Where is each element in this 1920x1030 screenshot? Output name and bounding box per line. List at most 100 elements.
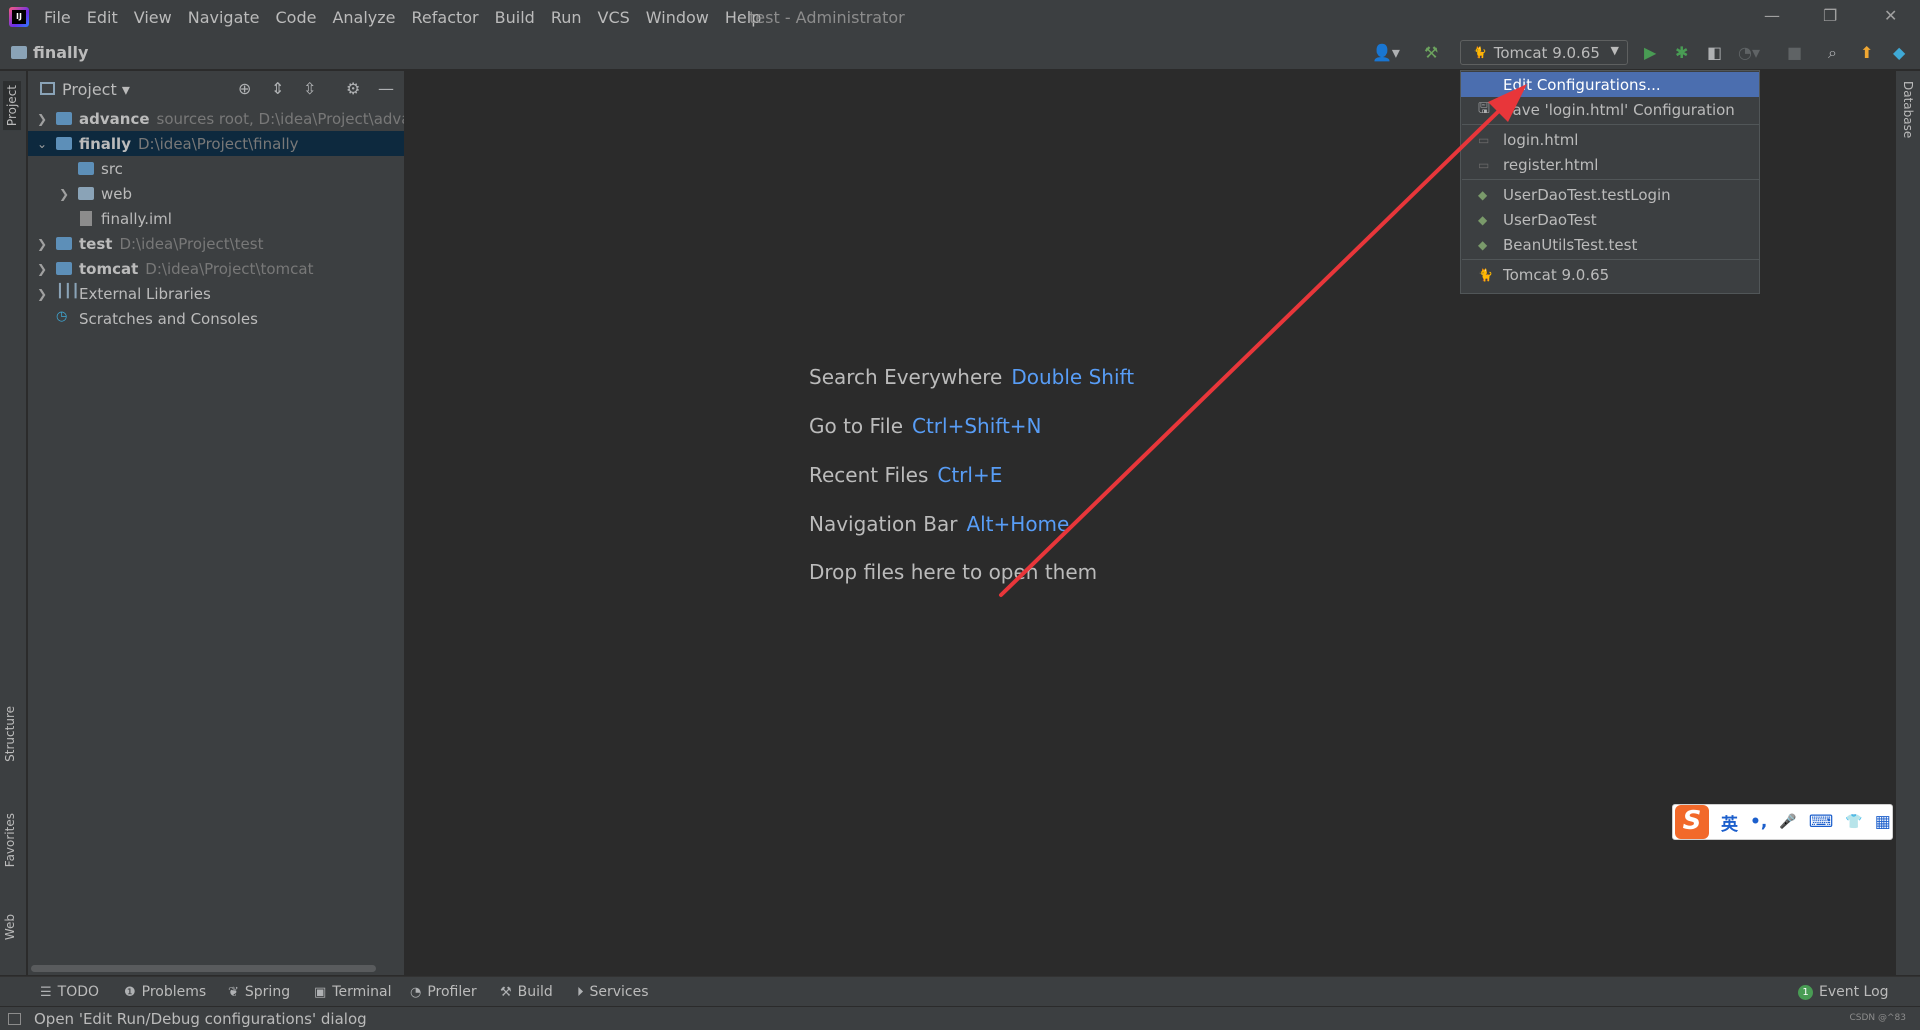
profile-icon[interactable]: ◔▾	[1738, 43, 1760, 62]
project-view-selector[interactable]: Project ▾	[62, 80, 130, 99]
coverage-icon[interactable]: ◧	[1707, 43, 1722, 62]
tree-item-test[interactable]: ❯ test D:\idea\Project\test	[28, 231, 404, 256]
tab-services[interactable]: ⏵ Services	[577, 984, 649, 1000]
chevron-right-icon[interactable]: ❯	[37, 262, 47, 276]
run-icon[interactable]: ▶	[1644, 43, 1656, 62]
tool-windows-toggle-icon[interactable]	[8, 1013, 21, 1025]
menu-analyze[interactable]: Analyze	[332, 8, 395, 27]
microphone-icon[interactable]: 🎤	[1779, 814, 1796, 830]
stop-icon[interactable]: ■	[1787, 43, 1802, 62]
menu-item-label: UserDaoTest	[1503, 210, 1597, 229]
breadcrumb[interactable]: finally	[11, 43, 88, 62]
breadcrumb-project[interactable]: finally	[33, 43, 88, 62]
menu-run[interactable]: Run	[551, 8, 582, 27]
tab-event-log[interactable]: 1 Event Log	[1798, 984, 1889, 1000]
menu-item-beanutilstest-test[interactable]: ◆ BeanUtilsTest.test	[1461, 232, 1759, 257]
menu-bar: File Edit View Navigate Code Analyze Ref…	[44, 0, 777, 35]
skin-shirt-icon[interactable]: 👕	[1845, 814, 1862, 830]
menu-code[interactable]: Code	[276, 8, 317, 27]
menu-window[interactable]: Window	[646, 8, 709, 27]
chevron-right-icon[interactable]: ❯	[37, 287, 47, 301]
menu-item-edit-configurations[interactable]: Edit Configurations...	[1461, 72, 1759, 97]
title-bar: File Edit View Navigate Code Analyze Ref…	[0, 0, 1920, 35]
tab-problems[interactable]: ❶ Problems	[124, 984, 206, 1000]
tree-item-tomcat[interactable]: ❯ tomcat D:\idea\Project\tomcat	[28, 256, 404, 281]
tree-item-finally[interactable]: ⌄ finally D:\idea\Project\finally	[28, 131, 404, 156]
gear-icon[interactable]: ⚙	[346, 79, 360, 98]
menu-build[interactable]: Build	[495, 8, 535, 27]
left-tool-stripe: Project Structure Favorites Web	[0, 71, 27, 975]
chevron-right-icon[interactable]: ❯	[37, 112, 47, 126]
tab-favorites[interactable]: Favorites	[3, 813, 17, 867]
module-folder-icon	[56, 137, 72, 150]
tab-database[interactable]: Database	[1901, 81, 1915, 138]
hint-label: Go to File	[809, 414, 903, 438]
menu-item-tomcat[interactable]: 🐈 Tomcat 9.0.65	[1461, 262, 1759, 287]
hammer-icon: ⚒	[500, 984, 512, 1000]
apps-grid-icon[interactable]: ▦	[1875, 812, 1891, 832]
build-hammer-icon[interactable]: ⚒	[1424, 43, 1438, 62]
tree-item-src[interactable]: src	[28, 156, 404, 181]
collapse-all-icon[interactable]: ⇳	[303, 79, 316, 98]
user-account-icon[interactable]: 👤▾	[1372, 43, 1400, 62]
debug-icon[interactable]: ✱	[1675, 43, 1688, 62]
tab-project[interactable]: Project	[3, 81, 21, 131]
tree-item-advance[interactable]: ❯ advance sources root, D:\idea\Project\a…	[28, 106, 404, 131]
menu-edit[interactable]: Edit	[87, 8, 118, 27]
run-config-label: Tomcat 9.0.65	[1493, 43, 1600, 62]
menu-item-save-configuration[interactable]: 🖫 Save 'login.html' Configuration	[1461, 97, 1759, 122]
search-icon[interactable]: ⌕	[1828, 43, 1837, 63]
status-bar: Open 'Edit Run/Debug configurations' dia…	[0, 1006, 1920, 1030]
restore-button[interactable]: ❐	[1823, 6, 1837, 25]
tree-item-external-libraries[interactable]: ❯ ┃┃┃ External Libraries	[28, 281, 404, 306]
tab-build[interactable]: ⚒ Build	[500, 984, 553, 1000]
ime-mode-toggle[interactable]: 英	[1721, 810, 1738, 835]
run-config-selector[interactable]: 🐈 Tomcat 9.0.65 ▼	[1460, 40, 1628, 65]
tree-item-web[interactable]: ❯ web	[28, 181, 404, 206]
tab-structure[interactable]: Structure	[3, 706, 17, 762]
menu-item-label: Tomcat 9.0.65	[1503, 265, 1610, 284]
locate-icon[interactable]: ⊕	[238, 79, 251, 98]
menu-item-userdaotest[interactable]: ◆ UserDaoTest	[1461, 207, 1759, 232]
tab-spring[interactable]: ❦ Spring	[228, 984, 290, 1000]
iml-file-icon	[80, 211, 92, 226]
horizontal-scrollbar[interactable]	[31, 965, 376, 972]
sogou-logo-icon[interactable]: S	[1675, 805, 1709, 839]
menu-item-userdaotest-testlogin[interactable]: ◆ UserDaoTest.testLogin	[1461, 182, 1759, 207]
menu-vcs[interactable]: VCS	[598, 8, 630, 27]
test-icon: ◆	[1478, 187, 1488, 202]
close-button[interactable]: ✕	[1884, 6, 1897, 25]
menu-refactor[interactable]: Refactor	[412, 8, 479, 27]
update-icon[interactable]: ⬆	[1860, 43, 1873, 62]
tree-item-label: test	[79, 234, 113, 253]
services-icon: ⏵	[577, 984, 584, 1000]
chevron-down-icon: ▼	[1610, 44, 1619, 57]
menu-file[interactable]: File	[44, 8, 71, 27]
menu-navigate[interactable]: Navigate	[188, 8, 260, 27]
tab-todo[interactable]: ☰ TODO	[40, 984, 99, 1000]
ime-punctuation-icon[interactable]: •,	[1750, 812, 1767, 832]
keyboard-icon[interactable]: ⌨	[1809, 812, 1834, 832]
expand-all-icon[interactable]: ⇕	[271, 79, 284, 98]
minimize-button[interactable]: —	[1764, 6, 1780, 25]
toolbox-icon[interactable]: ◆	[1893, 43, 1905, 62]
chevron-right-icon[interactable]: ❯	[37, 237, 47, 251]
menu-item-label: Edit Configurations...	[1503, 75, 1661, 94]
menu-view[interactable]: View	[134, 8, 172, 27]
menu-item-login-html[interactable]: ▭ login.html	[1461, 127, 1759, 152]
chevron-right-icon[interactable]: ❯	[59, 187, 69, 201]
menu-item-register-html[interactable]: ▭ register.html	[1461, 152, 1759, 177]
tab-terminal[interactable]: ▣ Terminal	[314, 984, 391, 1000]
bottom-tool-bar: ☰ TODO ❶ Problems ❦ Spring ▣ Terminal ◔ Profi…	[0, 976, 1920, 1006]
hide-panel-icon[interactable]: —	[378, 79, 394, 98]
hint-label: Navigation Bar	[809, 512, 958, 536]
tab-profiler[interactable]: ◔ Profiler	[410, 984, 477, 1000]
tree-item-scratches[interactable]: ◷ Scratches and Consoles	[28, 306, 404, 331]
menu-item-label: Save 'login.html' Configuration	[1503, 100, 1735, 119]
module-folder-icon	[56, 262, 72, 275]
chevron-down-icon[interactable]: ⌄	[37, 137, 47, 151]
module-folder-icon	[56, 112, 72, 125]
save-icon: 🖫	[1478, 100, 1490, 117]
tab-web[interactable]: Web	[3, 914, 17, 940]
tree-item-finally-iml[interactable]: finally.iml	[28, 206, 404, 231]
